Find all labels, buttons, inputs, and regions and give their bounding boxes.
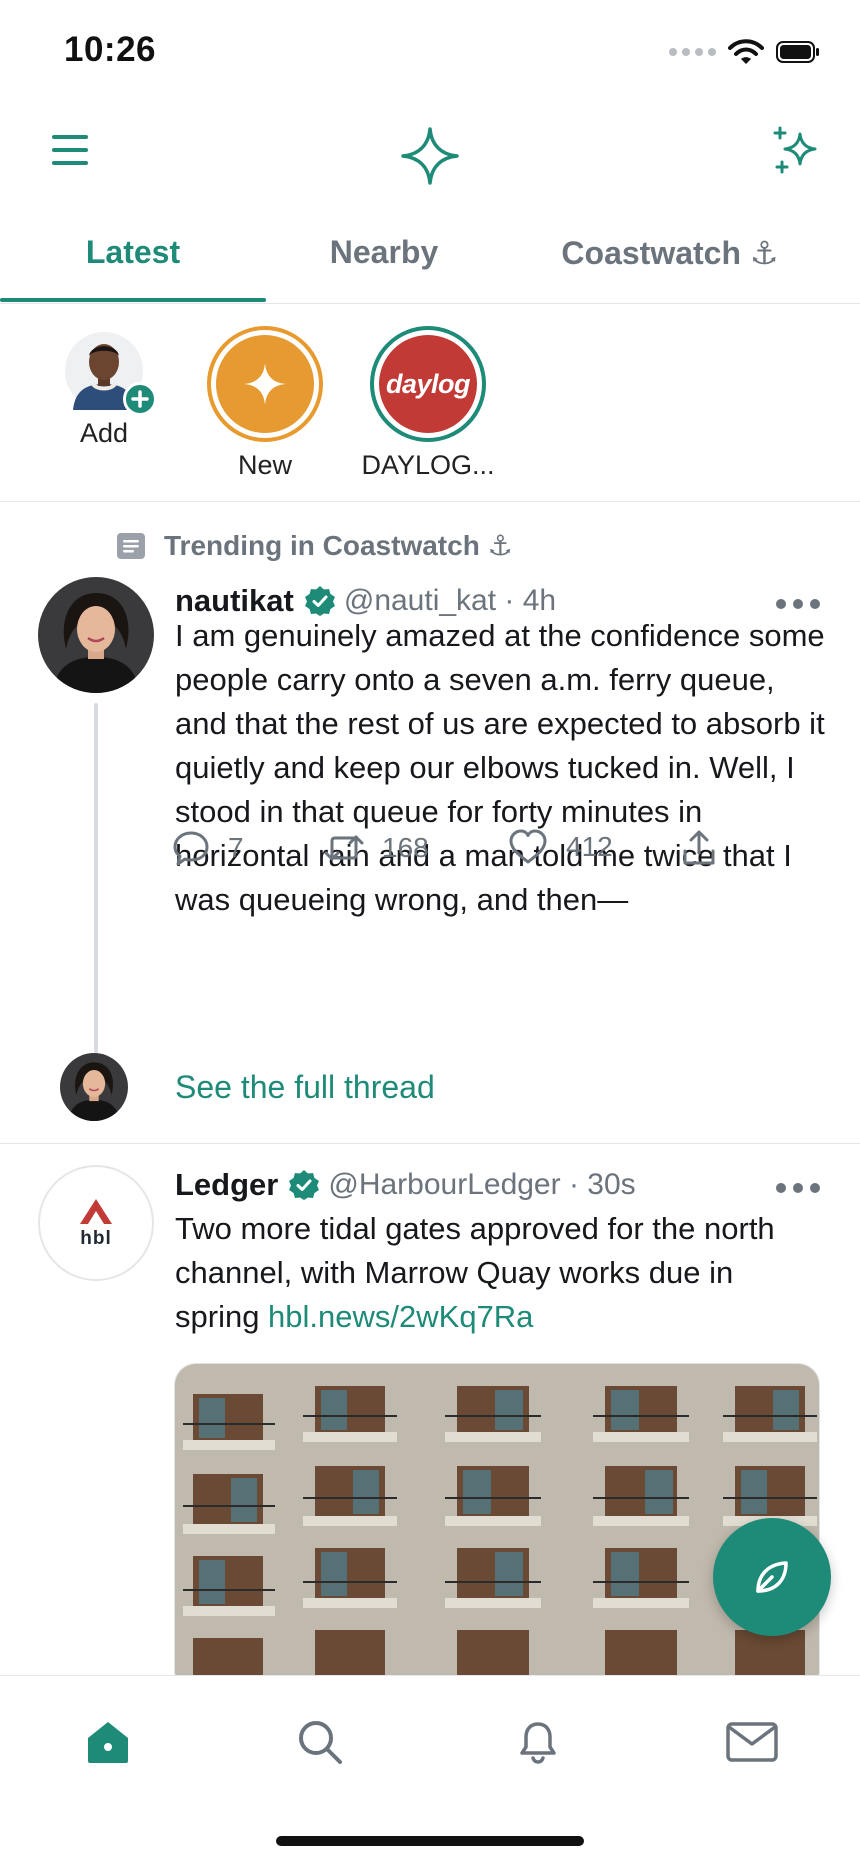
see-full-thread-link[interactable]: See the full thread (175, 1069, 435, 1106)
home-icon (88, 1722, 128, 1763)
story-label: Add (79, 418, 129, 448)
thread-line (94, 703, 98, 1053)
tab-nearby[interactable]: Nearby (266, 220, 502, 304)
bell-icon (520, 1722, 556, 1764)
post-image[interactable] (174, 1363, 820, 1675)
repost-button[interactable]: 168 (324, 829, 429, 867)
apartment-building-photo (175, 1364, 819, 1675)
status-time: 10:26 (64, 30, 157, 69)
post-nautikat[interactable]: Trending in Coastwatch ⚓ nautikat @nauti… (0, 503, 860, 1144)
battery-icon (776, 41, 819, 63)
signal-dots-icon (669, 48, 716, 56)
sparkles-icon (773, 126, 817, 174)
avatar[interactable] (60, 1053, 128, 1121)
app-logo-sparkle-icon (401, 127, 459, 185)
hbl-logo-text: hbl (80, 1228, 112, 1249)
nav-notifications[interactable] (508, 1712, 568, 1772)
story-add[interactable]: Add (24, 326, 184, 449)
post-header: Ledger @HarbourLedger · 30s (175, 1167, 636, 1203)
author-handle-time: @nauti_kat · 4h (343, 584, 557, 617)
plus-icon (131, 390, 149, 408)
tab-latest[interactable]: Latest (0, 220, 266, 304)
story-new[interactable]: New (185, 326, 345, 481)
more-options-button[interactable] (776, 1178, 820, 1198)
avatar[interactable] (38, 577, 154, 693)
feed-tabs: Latest Nearby Coastwatch ⚓ (0, 220, 860, 304)
status-icons (669, 38, 820, 66)
compose-leaf-icon (756, 1561, 788, 1593)
home-indicator (276, 1836, 584, 1846)
top-app-bar (0, 110, 860, 190)
reply-count: 7 (228, 832, 244, 863)
share-icon (683, 830, 715, 865)
sparkles-button[interactable] (770, 124, 824, 178)
verified-badge-icon (304, 586, 335, 616)
repost-count: 168 (382, 832, 429, 863)
story-label: DAYLOG... (361, 450, 495, 480)
post-text: Two more tidal gates approved for the no… (175, 1207, 825, 1339)
share-button[interactable] (682, 829, 716, 867)
verified-badge-icon (289, 1170, 320, 1200)
post-context: Trending in Coastwatch ⚓ (116, 529, 513, 562)
avatar[interactable]: hbl (38, 1165, 154, 1281)
trending-list-icon (117, 532, 145, 559)
menu-icon (52, 135, 88, 165)
status-bar: 10:26 (0, 0, 860, 100)
mail-icon (726, 1722, 778, 1762)
post-link[interactable]: hbl.news/2wKq7Ra (268, 1299, 533, 1334)
wifi-icon (728, 39, 764, 64)
author-handle-time: @HarbourLedger · 30s (328, 1168, 636, 1201)
trending-label: Trending in Coastwatch ⚓ (164, 530, 513, 561)
story-ring (207, 326, 323, 442)
add-story-badge (123, 382, 157, 416)
reply-button[interactable]: 7 (172, 829, 244, 867)
reply-icon (173, 831, 209, 866)
heart-icon (509, 829, 547, 864)
nav-messages[interactable] (722, 1712, 782, 1772)
hbl-logo-mark-icon (80, 1199, 112, 1224)
nautikat-avatar-image (38, 577, 154, 693)
repost-icon (324, 835, 364, 861)
daylog-logo-text: daylog (385, 368, 471, 399)
author-name[interactable]: Ledger (175, 1167, 278, 1203)
story-label: New (237, 450, 292, 480)
like-count: 412 (566, 831, 613, 862)
post-actions: 7 168 412 (172, 829, 732, 879)
app-logo-button[interactable] (400, 126, 460, 186)
more-options-button[interactable] (776, 594, 820, 614)
compose-button[interactable] (713, 1518, 831, 1636)
nav-search[interactable] (290, 1712, 350, 1772)
tab-coastwatch[interactable]: Coastwatch ⚓ (520, 220, 820, 304)
nav-home[interactable] (78, 1712, 138, 1772)
stories-row: Add New daylog DAYLOG... (0, 304, 860, 502)
story-daylog[interactable]: daylog DAYLOG... (348, 326, 508, 481)
search-icon (299, 1721, 342, 1764)
avatar (65, 332, 157, 416)
active-tab-indicator (0, 298, 266, 302)
nautikat-avatar-small-image (60, 1053, 128, 1121)
hbl-logo: hbl (40, 1167, 152, 1279)
story-ring: daylog (370, 326, 486, 442)
sparkle-icon (244, 363, 286, 405)
like-button[interactable]: 412 (508, 829, 613, 865)
menu-button[interactable] (48, 130, 96, 170)
